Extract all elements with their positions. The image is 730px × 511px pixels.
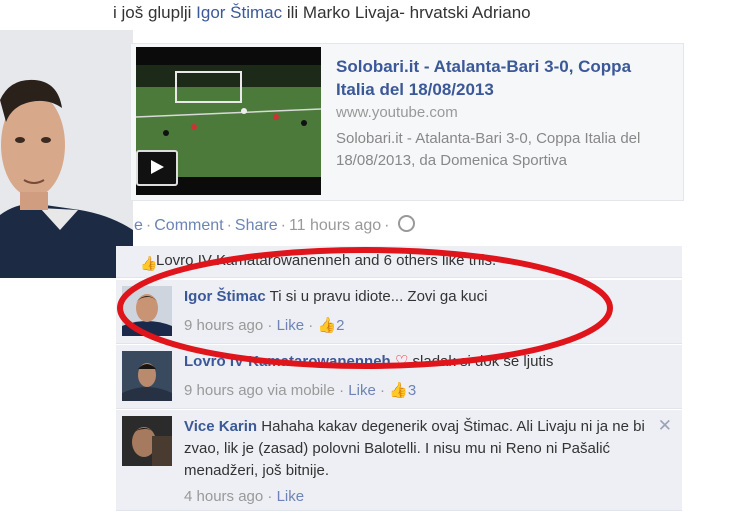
comment-meta: 9 hours ago via mobile · Like · 👍3: [184, 382, 417, 399]
post-time[interactable]: 11 hours ago: [289, 217, 381, 234]
likes-summary-text[interactable]: Lovro IV Kamatarowanenneh and 6 others l…: [156, 252, 496, 269]
post-text-suffix: ili Marko Livaja- hrvatski Adriano: [282, 3, 531, 22]
comment-like-count[interactable]: 3: [408, 382, 416, 399]
comment-item: Vice Karin Hahaha kakav degenerik ovaj Š…: [116, 410, 682, 511]
comment-item: Lovro IV Kamatarowanenneh ♡ sladak si do…: [116, 345, 682, 409]
inset-photo: [0, 30, 133, 278]
post-text-prefix: i još gluplji: [113, 3, 197, 22]
comment-author[interactable]: Vice Karin: [184, 418, 257, 435]
separator: ·: [226, 217, 232, 234]
comment-link[interactable]: Comment: [154, 217, 223, 234]
comment-author[interactable]: Igor Štimac: [184, 288, 266, 305]
close-icon[interactable]: ✕: [658, 416, 672, 436]
avatar[interactable]: [122, 416, 172, 466]
inset-photo-graphic: [0, 30, 133, 278]
comment-like-link[interactable]: Like: [277, 317, 305, 334]
avatar-graphic: [122, 416, 172, 466]
separator: ·: [280, 217, 286, 234]
comment-like-link[interactable]: Like: [348, 382, 376, 399]
separator: ·: [384, 217, 390, 234]
thumbs-up-icon: 👍: [389, 382, 408, 399]
share-link[interactable]: Share: [235, 217, 278, 234]
like-link-fragment[interactable]: e: [134, 217, 143, 234]
avatar[interactable]: [122, 351, 172, 401]
avatar-graphic: [122, 286, 172, 336]
comment-body: Igor Štimac Ti si u pravu idiote... Zovi…: [184, 286, 669, 308]
post-actions: e · Comment · Share · 11 hours ago ·: [134, 215, 415, 235]
comment-meta: 9 hours ago · Like · 👍2: [184, 317, 345, 334]
shared-link-domain: www.youtube.com: [336, 104, 458, 121]
play-button[interactable]: [136, 150, 178, 186]
comment-meta: 4 hours ago · Like: [184, 488, 305, 505]
comment-via: via mobile: [267, 382, 335, 399]
comment-text: Ti si u pravu idiote... Zovi ga kuci: [269, 288, 488, 305]
post-text-author-link[interactable]: Igor Štimac: [196, 3, 282, 22]
shared-link-title[interactable]: Solobari.it - Atalanta-Bari 3-0, Coppa I…: [336, 55, 656, 101]
globe-icon: [397, 215, 415, 232]
comment-author[interactable]: Lovro IV Kamatarowanenneh: [184, 353, 391, 370]
comment-body: Lovro IV Kamatarowanenneh ♡ sladak si do…: [184, 351, 669, 373]
likes-summary: 👍 Lovro IV Kamatarowanenneh and 6 others…: [116, 246, 682, 278]
thumbs-up-icon: 👍: [140, 255, 158, 271]
comment-time[interactable]: 4 hours ago: [184, 488, 263, 505]
comment-like-count[interactable]: 2: [336, 317, 344, 334]
shared-link-description: Solobari.it - Atalanta-Bari 3-0, Coppa I…: [336, 130, 641, 169]
comment-time[interactable]: 9 hours ago: [184, 382, 263, 399]
comment-item: Igor Štimac Ti si u pravu idiote... Zovi…: [116, 280, 682, 344]
play-icon: [151, 160, 164, 174]
comment-body: Vice Karin Hahaha kakav degenerik ovaj Š…: [184, 416, 669, 482]
comment-time[interactable]: 9 hours ago: [184, 317, 263, 334]
thumbs-up-icon: 👍: [317, 317, 337, 334]
avatar[interactable]: [122, 286, 172, 336]
comment-text: sladak si dok se ljutis: [412, 353, 554, 370]
video-thumbnail[interactable]: [136, 47, 321, 195]
comment-like-link[interactable]: Like: [277, 488, 305, 505]
post-text: i još gluplji Igor Štimac ili Marko Liva…: [113, 3, 531, 23]
avatar-graphic: [122, 351, 172, 401]
heart-icon: ♡: [394, 353, 409, 370]
separator: ·: [145, 217, 152, 234]
